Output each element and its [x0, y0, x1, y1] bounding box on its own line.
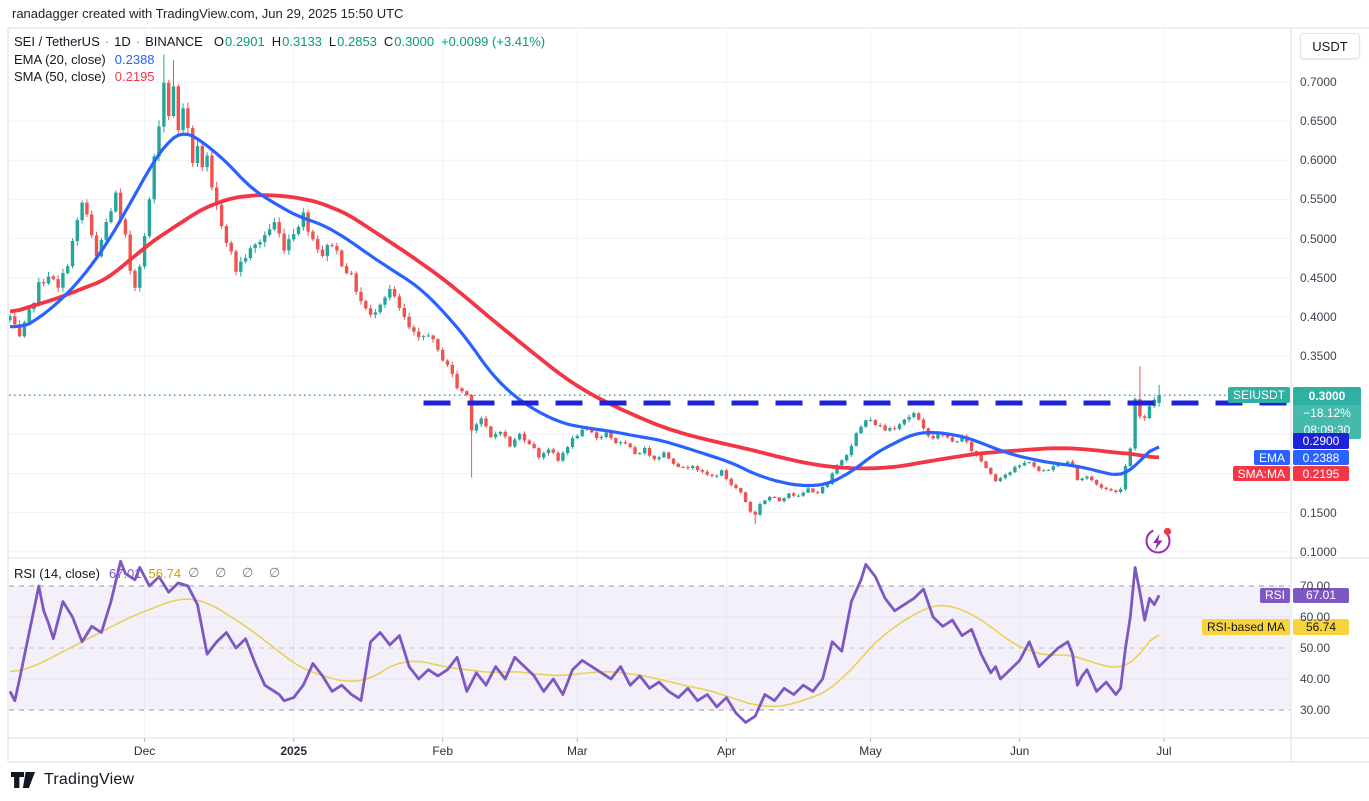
price-change-pct: −18.12% — [1293, 405, 1361, 422]
price-tick-label: 0.4000 — [1300, 310, 1337, 324]
ema-legend-value: 0.2388 — [115, 52, 155, 67]
rsi-tick-label: 40.00 — [1300, 672, 1330, 686]
rsi-hidden-values: ∅ ∅ ∅ ∅ — [188, 565, 286, 581]
symbol-name[interactable]: SEI / TetherUS — [14, 34, 100, 49]
rsi-ma-legend-value: 56.74 — [149, 566, 182, 581]
sma-legend-value: 0.2195 — [115, 69, 155, 84]
rsi-axis-label[interactable]: RSI — [1260, 588, 1290, 603]
time-tick-label: Feb — [432, 744, 453, 758]
last-price-badge[interactable]: 0.3000 −18.12% 08:09:30 — [1293, 387, 1361, 439]
chart-canvas[interactable] — [0, 0, 1369, 801]
support-line-price-badge[interactable]: 0.2900 — [1293, 433, 1349, 449]
price-tick-label: 0.1500 — [1300, 506, 1337, 520]
ema-axis-value[interactable]: 0.2388 — [1293, 450, 1349, 465]
legend-separator2: · — [136, 34, 140, 49]
ohlc-item: L0.2853 — [329, 34, 377, 49]
rsi-tick-label: 60.00 — [1300, 610, 1330, 624]
time-tick-label: Mar — [567, 744, 588, 758]
last-price-value: 0.3000 — [1293, 387, 1361, 405]
ohlc-item: C0.3000 — [384, 34, 434, 49]
sma-legend-row[interactable]: SMA (50, close) 0.2195 — [14, 69, 155, 84]
rsi-legend-row[interactable]: RSI (14, close) 67.01 56.74 ∅ ∅ ∅ ∅ — [14, 565, 286, 581]
price-tick-label: 0.1000 — [1300, 545, 1337, 559]
symbol-axis-badge[interactable]: SEIUSDT — [1228, 387, 1290, 403]
ohlc-item: O0.2901 — [214, 34, 265, 49]
time-tick-label: Apr — [717, 744, 736, 758]
rsi-tick-label: 30.00 — [1300, 703, 1330, 717]
price-tick-label: 0.6000 — [1300, 153, 1337, 167]
ohlc-item: H0.3133 — [272, 34, 322, 49]
tradingview-glyph — [10, 771, 36, 789]
time-tick-label: Jul — [1156, 744, 1171, 758]
exchange-label[interactable]: BINANCE — [145, 34, 203, 49]
watermark-attribution: ranadagger created with TradingView.com,… — [12, 6, 403, 21]
rsi-tick-label: 50.00 — [1300, 641, 1330, 655]
time-tick-label: Jun — [1010, 744, 1029, 758]
sma-legend-label[interactable]: SMA (50, close) — [14, 69, 106, 84]
sma-axis-value[interactable]: 0.2195 — [1293, 466, 1349, 481]
price-tick-label: 0.5500 — [1300, 192, 1337, 206]
chart-page: ranadagger created with TradingView.com,… — [0, 0, 1369, 801]
ema-legend-label[interactable]: EMA (20, close) — [14, 52, 106, 67]
time-tick-label: Dec — [134, 744, 155, 758]
ema-axis-label[interactable]: EMA — [1254, 450, 1290, 465]
symbol-legend-row[interactable]: SEI / TetherUS · 1D · BINANCE O0.2901 H0.… — [14, 34, 545, 49]
time-tick-label: May — [859, 744, 882, 758]
price-tick-label: 0.6500 — [1300, 114, 1337, 128]
rsi-legend-value: 67.01 — [109, 566, 142, 581]
price-tick-label: 0.5000 — [1300, 232, 1337, 246]
ema-legend-row[interactable]: EMA (20, close) 0.2388 — [14, 52, 155, 67]
rsi-tick-label: 70.00 — [1300, 579, 1330, 593]
price-tick-label: 0.3500 — [1300, 349, 1337, 363]
price-tick-label: 0.4500 — [1300, 271, 1337, 285]
tradingview-logo-text: TradingView — [44, 771, 134, 789]
change-value: +0.0099 (+3.41%) — [441, 34, 545, 49]
legend-separator: · — [105, 34, 109, 49]
sma-axis-label[interactable]: SMA:MA — [1233, 466, 1290, 481]
ema20-line — [10, 134, 1159, 485]
tradingview-logo[interactable]: TradingView — [10, 771, 134, 789]
rsi-legend-label[interactable]: RSI (14, close) — [14, 566, 100, 581]
rsi-ma-axis-label[interactable]: RSI-based MA — [1202, 619, 1290, 635]
interval-label[interactable]: 1D — [114, 34, 131, 49]
currency-usdt-button[interactable]: USDT — [1300, 33, 1360, 59]
price-tick-label: 0.7000 — [1300, 75, 1337, 89]
ohlc-values: O0.2901 H0.3133 L0.2853 C0.3000 — [214, 34, 434, 49]
time-tick-label: 2025 — [280, 744, 307, 758]
